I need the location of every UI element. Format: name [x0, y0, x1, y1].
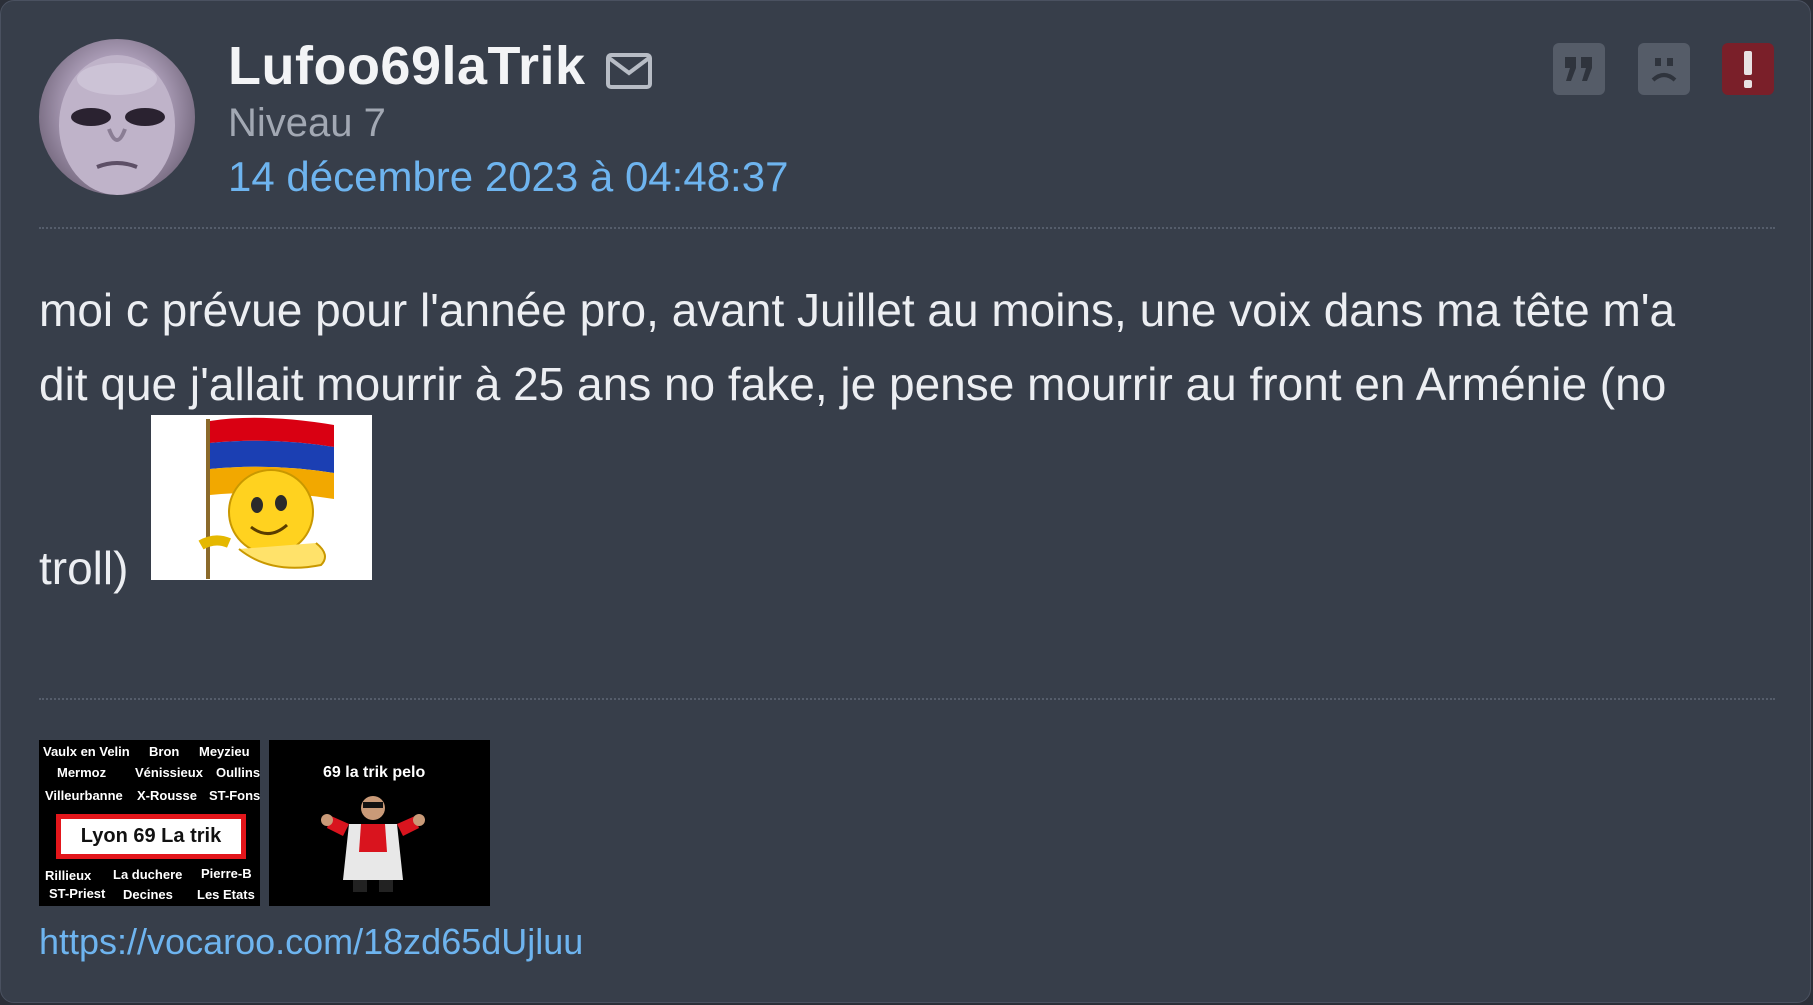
lyon-title-box: Lyon 69 La trik — [56, 814, 246, 859]
report-button[interactable] — [1722, 43, 1774, 95]
city-label: Oullins — [216, 765, 261, 780]
exclamation-icon — [1744, 51, 1752, 88]
city-label: X-Rousse — [137, 788, 197, 803]
avatar-face-icon — [59, 55, 175, 195]
city-label: ST-Fons — [209, 788, 261, 803]
user-level: Niveau 7 — [228, 101, 386, 145]
city-label: Bron — [149, 744, 180, 759]
forum-post: Lufoo69laTrik Niveau 7 14 décembre 2023 … — [0, 0, 1811, 1003]
city-label: Vaulx en Velin — [43, 744, 130, 759]
city-label: Vénissieux — [135, 765, 203, 780]
avatar[interactable] — [39, 39, 195, 195]
signature-image-rapper: 69 la trik pelo — [269, 740, 490, 906]
quote-button[interactable] — [1553, 43, 1605, 95]
envelope-icon[interactable] — [605, 51, 653, 91]
rapper-figure-icon — [321, 796, 425, 892]
city-label: Mermoz — [57, 765, 107, 780]
city-label: Decines — [123, 887, 173, 902]
message-line: moi c prévue pour l'année pro, avant Jui… — [39, 284, 1676, 336]
sad-face-icon — [1651, 58, 1677, 82]
sad-face-button[interactable] — [1638, 43, 1690, 95]
author-name[interactable]: Lufoo69laTrik — [228, 35, 586, 97]
post-date-link[interactable]: 14 décembre 2023 à 04:48:37 — [228, 153, 788, 201]
city-label: Villeurbanne — [45, 788, 123, 803]
city-label: ST-Priest — [49, 886, 106, 901]
city-label: Meyzieu — [199, 744, 250, 759]
message-line: dit que j'allait mourrir à 25 ans no fak… — [39, 358, 1667, 410]
city-label: Les Etats — [197, 887, 255, 902]
city-label: Rillieux — [45, 868, 92, 883]
quote-icon — [1565, 57, 1592, 81]
city-label: La duchere — [113, 867, 183, 882]
signature-divider — [39, 698, 1775, 700]
signature-image-lyon: Vaulx en Velin Bron Meyzieu Mermoz Vénis… — [39, 740, 260, 906]
armenian-flag-smiley-sticker — [151, 415, 372, 580]
city-label: Pierre-B — [201, 866, 252, 881]
vocaroo-link[interactable]: https://vocaroo.com/18zd65dUjluu — [39, 921, 583, 963]
header-divider — [39, 227, 1775, 229]
